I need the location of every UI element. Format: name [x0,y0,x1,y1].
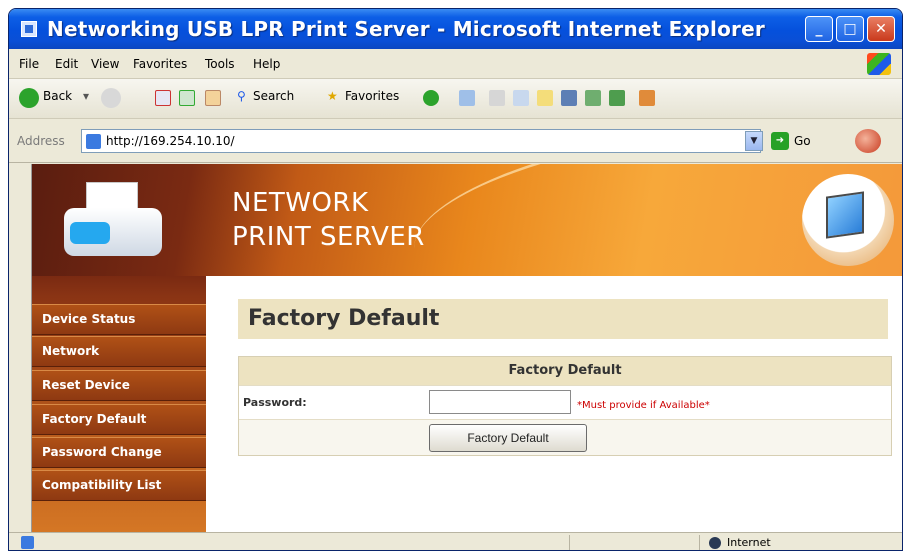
sidebar-item-network[interactable]: Network [32,336,206,367]
page-status-icon [21,536,34,549]
form-header: Factory Default [239,357,891,385]
status-separator [569,535,570,550]
forward-arrow-icon[interactable] [101,88,121,108]
menu-help[interactable]: Help [253,57,280,71]
main-panel: Factory Default Factory Default Password… [206,276,902,533]
address-dropdown-icon[interactable]: ▼ [745,131,763,151]
address-url[interactable]: http://169.254.10.10/ [106,134,235,148]
back-dropdown-icon[interactable]: ▾ [83,89,89,103]
page-title: Factory Default [238,299,888,339]
standard-toolbar: Back ▾ ⚲ Search ★ Favorites [9,79,902,119]
back-button[interactable]: Back [43,89,72,103]
password-note: *Must provide if Available* [577,400,710,411]
page-favicon-icon [86,134,101,149]
favorites-star-icon[interactable]: ★ [327,89,338,103]
page-content: NETWORK PRINT SERVER Device Status Netwo… [31,164,902,533]
sidebar-item-device-status[interactable]: Device Status [32,304,206,335]
go-arrow-icon[interactable]: ➜ [771,132,789,150]
status-bar: Internet [9,532,902,550]
title-bar: Networking USB LPR Print Server - Micros… [9,9,902,49]
toolbar-extension-icon[interactable] [855,129,881,153]
mail-icon[interactable] [489,90,505,106]
maximize-button[interactable]: □ [836,16,864,42]
password-input[interactable] [429,390,571,414]
messenger-icon[interactable] [585,90,601,106]
address-input[interactable]: http://169.254.10.10/ [81,129,761,153]
status-separator [699,535,700,550]
minimize-button[interactable]: _ [805,16,833,42]
edit-icon[interactable] [537,90,553,106]
sidebar-item-factory-default[interactable]: Factory Default [32,404,206,435]
sidebar: Device Status Network Reset Device Facto… [32,276,206,533]
submit-row: Factory Default [239,419,891,455]
browser-window: Networking USB LPR Print Server - Micros… [8,8,903,551]
search-button[interactable]: Search [253,89,294,103]
banner-brand: NETWORK PRINT SERVER [232,186,425,254]
menu-favorites[interactable]: Favorites [133,57,187,71]
window-title: Networking USB LPR Print Server - Micros… [47,17,765,41]
menu-bar: File Edit View Favorites Tools Help [9,49,902,79]
monitor-icon [802,174,894,266]
printer-icon [64,182,162,262]
menu-view[interactable]: View [91,57,119,71]
menu-tools[interactable]: Tools [205,57,235,71]
password-label: Password: [243,396,307,409]
stop-icon[interactable] [155,90,171,106]
address-label: Address [17,134,65,148]
banner-line-1: NETWORK [232,188,369,218]
search-icon[interactable]: ⚲ [237,89,246,103]
menu-edit[interactable]: Edit [55,57,78,71]
print-icon[interactable] [513,90,529,106]
home-icon[interactable] [205,90,221,106]
research-icon[interactable] [609,90,625,106]
address-bar: Address http://169.254.10.10/ ▼ ➜ Go [9,119,902,163]
history-icon[interactable] [459,90,475,106]
sidebar-item-compatibility-list[interactable]: Compatibility List [32,470,206,501]
refresh-icon[interactable] [179,90,195,106]
security-zone-label: Internet [727,536,771,549]
favorites-button[interactable]: Favorites [345,89,399,103]
banner-line-2: PRINT SERVER [232,222,425,252]
factory-default-form: Factory Default Password: *Must provide … [238,356,892,456]
sidebar-item-reset-device[interactable]: Reset Device [32,370,206,401]
discuss-icon[interactable] [561,90,577,106]
factory-default-button[interactable]: Factory Default [429,424,587,452]
close-button[interactable]: ✕ [867,16,895,42]
back-arrow-icon[interactable] [19,88,39,108]
tools-extra-icon[interactable] [639,90,655,106]
header-banner: NETWORK PRINT SERVER [32,164,902,276]
go-button[interactable]: Go [794,134,811,148]
windows-logo-icon [867,53,891,75]
internet-zone-icon [709,537,721,549]
password-row: Password: *Must provide if Available* [239,385,891,419]
menu-file[interactable]: File [19,57,39,71]
media-icon[interactable] [423,90,439,106]
ie-window-icon [21,21,37,37]
sidebar-item-password-change[interactable]: Password Change [32,437,206,468]
